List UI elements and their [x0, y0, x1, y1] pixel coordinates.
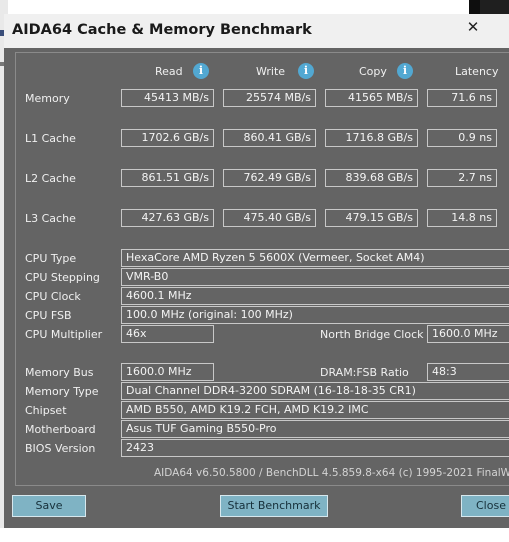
l2-write-value: 762.49 GB/s [223, 169, 316, 187]
title-bar[interactable]: AIDA64 Cache & Memory Benchmark ✕ [4, 14, 509, 48]
cpu-type-label: CPU Type [25, 252, 77, 265]
cpu-multiplier-label: CPU Multiplier [25, 328, 103, 341]
cpu-stepping-label: CPU Stepping [25, 271, 100, 284]
cpu-type-value: HexaCore AMD Ryzen 5 5600X (Vermeer, Soc… [121, 249, 509, 267]
memory-bus-value: 1600.0 MHz [121, 363, 214, 381]
chipset-value: AMD B550, AMD K19.2 FCH, AMD K19.2 IMC [121, 401, 509, 419]
benchmark-window: AIDA64 Cache & Memory Benchmark ✕ Read i… [4, 14, 509, 528]
l2-latency-value: 2.7 ns [427, 169, 497, 187]
info-icon[interactable]: i [193, 63, 209, 79]
window-title: AIDA64 Cache & Memory Benchmark [12, 22, 312, 38]
l1-write-value: 860.41 GB/s [223, 129, 316, 147]
cpu-stepping-value: VMR-B0 [121, 268, 509, 286]
memory-write-value: 25574 MB/s [223, 89, 316, 107]
l2-read-value: 861.51 GB/s [121, 169, 214, 187]
motherboard-label: Motherboard [25, 423, 96, 436]
bios-version-label: BIOS Version [25, 442, 96, 455]
l3-read-value: 427.63 GB/s [121, 209, 214, 227]
start-benchmark-button[interactable]: Start Benchmark [220, 495, 328, 517]
info-icon[interactable]: i [298, 63, 314, 79]
north-bridge-clock-value: 1600.0 MHz [427, 325, 509, 343]
close-icon[interactable]: ✕ [466, 20, 480, 35]
save-button[interactable]: Save [12, 495, 86, 517]
memory-type-value: Dual Channel DDR4-3200 SDRAM (16-18-18-3… [121, 382, 509, 400]
l3-copy-value: 479.15 GB/s [325, 209, 418, 227]
l3-latency-value: 14.8 ns [427, 209, 497, 227]
memory-type-label: Memory Type [25, 385, 99, 398]
l2-copy-value: 839.68 GB/s [325, 169, 418, 187]
memory-read-value: 45413 MB/s [121, 89, 214, 107]
chipset-label: Chipset [25, 404, 67, 417]
background-bottom [0, 528, 509, 542]
memory-latency-value: 71.6 ns [427, 89, 497, 107]
column-header-latency: Latency [455, 65, 499, 78]
row-label-l3: L3 Cache [25, 212, 76, 225]
bios-version-value: 2423 [121, 439, 509, 457]
memory-copy-value: 41565 MB/s [325, 89, 418, 107]
north-bridge-clock-label: North Bridge Clock [320, 328, 424, 341]
row-label-l2: L2 Cache [25, 172, 76, 185]
column-header-read: Read [155, 65, 183, 78]
close-button[interactable]: Close [461, 495, 509, 517]
cpu-fsb-label: CPU FSB [25, 309, 72, 322]
cpu-fsb-value: 100.0 MHz (original: 100 MHz) [121, 306, 509, 324]
column-header-copy: Copy [359, 65, 387, 78]
l1-latency-value: 0.9 ns [427, 129, 497, 147]
l3-write-value: 475.40 GB/s [223, 209, 316, 227]
dram-fsb-ratio-value: 48:3 [427, 363, 509, 381]
motherboard-value: Asus TUF Gaming B550-Pro [121, 420, 509, 438]
version-copyright-text: AIDA64 v6.50.5800 / BenchDLL 4.5.859.8-x… [154, 467, 509, 479]
cpu-clock-label: CPU Clock [25, 290, 81, 303]
row-label-memory: Memory [25, 92, 70, 105]
row-label-l1: L1 Cache [25, 132, 76, 145]
l1-copy-value: 1716.8 GB/s [325, 129, 418, 147]
memory-bus-label: Memory Bus [25, 366, 94, 379]
cpu-clock-value: 4600.1 MHz [121, 287, 509, 305]
l1-read-value: 1702.6 GB/s [121, 129, 214, 147]
dram-fsb-ratio-label: DRAM:FSB Ratio [320, 366, 409, 379]
info-icon[interactable]: i [397, 63, 413, 79]
column-header-write: Write [256, 65, 286, 78]
cpu-multiplier-value: 46x [121, 325, 214, 343]
